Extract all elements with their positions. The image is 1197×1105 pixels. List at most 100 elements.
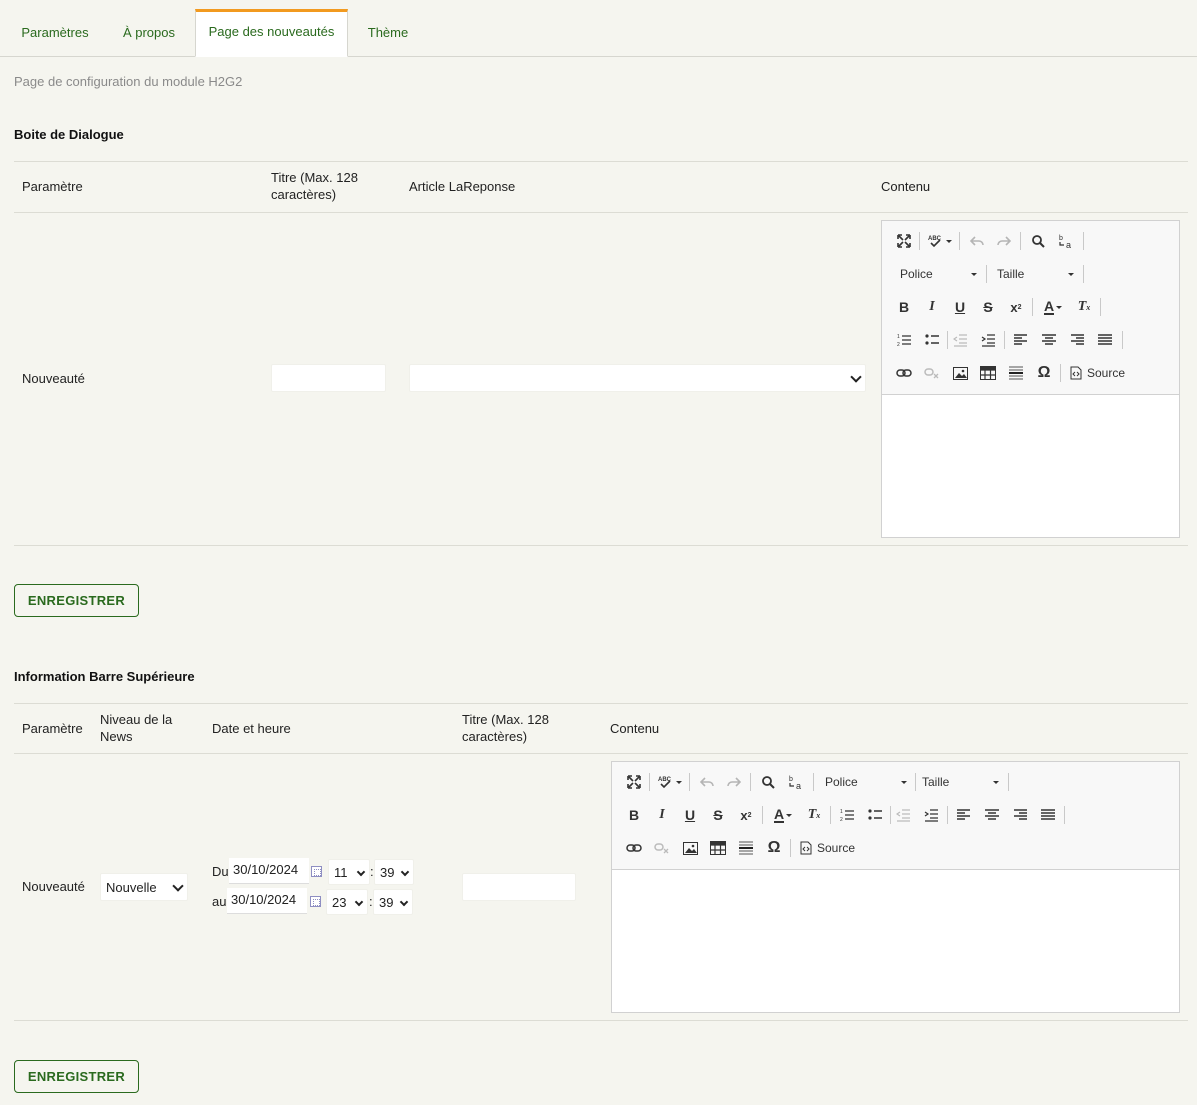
chevron-down-icon: [400, 867, 410, 877]
tab-parametres[interactable]: Paramètres: [8, 10, 102, 57]
tab-theme[interactable]: Thème: [354, 10, 422, 57]
svg-text:2: 2: [897, 342, 900, 347]
spellcheck-icon[interactable]: ABC: [926, 231, 954, 251]
maximize-icon[interactable]: [624, 772, 644, 792]
from-hour-select[interactable]: 11: [328, 859, 370, 885]
image-icon[interactable]: [950, 363, 970, 383]
niveau-select[interactable]: Nouvelle: [100, 873, 188, 901]
header-titre: Titre (Max. 128 caractères): [271, 170, 358, 202]
italic-icon[interactable]: I: [922, 297, 942, 317]
numbered-list-icon[interactable]: 12: [837, 805, 857, 825]
divider: [14, 753, 1188, 754]
align-center-icon[interactable]: [982, 805, 1002, 825]
header-contenu: Contenu: [610, 721, 660, 736]
horizontal-rule-icon[interactable]: [736, 838, 756, 858]
align-justify-icon[interactable]: [1038, 805, 1058, 825]
from-minute-select[interactable]: 39: [374, 859, 414, 885]
header-contenu: Contenu: [881, 179, 931, 194]
svg-text:2: 2: [840, 817, 843, 822]
size-combo[interactable]: Taille: [993, 264, 1078, 284]
save-button-dialog[interactable]: ENREGISTRER: [14, 584, 139, 617]
underline-icon[interactable]: U: [950, 297, 970, 317]
underline-icon[interactable]: U: [680, 805, 700, 825]
section-title-dialog: Boite de Dialogue: [14, 127, 124, 142]
redo-icon[interactable]: [724, 772, 744, 792]
special-char-icon[interactable]: Ω: [764, 838, 784, 858]
undo-icon[interactable]: [697, 772, 717, 792]
unlink-icon[interactable]: [922, 363, 942, 383]
svg-text:1: 1: [840, 809, 843, 815]
outdent-icon[interactable]: [893, 805, 913, 825]
indent-icon[interactable]: [978, 330, 998, 350]
strikethrough-icon[interactable]: S: [708, 805, 728, 825]
align-left-icon[interactable]: [954, 805, 974, 825]
svg-text:a: a: [1066, 240, 1071, 249]
bold-icon[interactable]: B: [624, 805, 644, 825]
save-button-topbar[interactable]: ENREGISTRER: [14, 1060, 139, 1093]
to-date-input[interactable]: 30/10/2024: [227, 888, 307, 914]
to-hour-select[interactable]: 23: [326, 889, 368, 915]
strikethrough-icon[interactable]: S: [978, 297, 998, 317]
bullet-list-icon[interactable]: [865, 805, 885, 825]
remove-format-icon[interactable]: Tx: [804, 805, 824, 825]
image-icon[interactable]: [680, 838, 700, 858]
align-right-icon[interactable]: [1067, 330, 1087, 350]
unlink-icon[interactable]: [652, 838, 672, 858]
search-icon[interactable]: [1028, 231, 1048, 251]
align-right-icon[interactable]: [1010, 805, 1030, 825]
calendar-icon[interactable]: [310, 896, 321, 907]
link-icon[interactable]: [894, 363, 914, 383]
divider: [14, 1020, 1188, 1021]
svg-text:b: b: [1059, 235, 1063, 242]
undo-icon[interactable]: [967, 231, 987, 251]
editor-content-area[interactable]: [882, 396, 1179, 537]
link-icon[interactable]: [624, 838, 644, 858]
source-icon: [800, 841, 812, 855]
source-button[interactable]: Source: [800, 838, 855, 858]
replace-icon[interactable]: ba: [786, 772, 806, 792]
tab-a-propos[interactable]: À propos: [108, 10, 190, 57]
remove-format-icon[interactable]: Tx: [1074, 297, 1094, 317]
source-button[interactable]: Source: [1070, 363, 1125, 383]
text-color-icon[interactable]: A: [770, 805, 796, 825]
superscript-icon[interactable]: x2: [1006, 297, 1026, 317]
maximize-icon[interactable]: [894, 231, 914, 251]
chevron-down-icon: [172, 880, 184, 892]
search-icon[interactable]: [758, 772, 778, 792]
divider: [14, 212, 1188, 213]
special-char-icon[interactable]: Ω: [1034, 363, 1054, 383]
redo-icon[interactable]: [994, 231, 1014, 251]
spellcheck-icon[interactable]: ABC: [656, 772, 684, 792]
tab-page-des-nouveautes[interactable]: Page des nouveautés: [195, 9, 348, 57]
table-icon[interactable]: [708, 838, 728, 858]
align-justify-icon[interactable]: [1095, 330, 1115, 350]
bold-icon[interactable]: B: [894, 297, 914, 317]
indent-icon[interactable]: [921, 805, 941, 825]
article-select[interactable]: [409, 364, 866, 392]
outdent-icon[interactable]: [950, 330, 970, 350]
text-color-icon[interactable]: A: [1040, 297, 1066, 317]
align-center-icon[interactable]: [1039, 330, 1059, 350]
numbered-list-icon[interactable]: 12: [894, 330, 914, 350]
content-editor: ABC ba Police Taille B I U S x2 A Tx 1 2…: [881, 220, 1180, 538]
chevron-down-icon: [356, 867, 366, 877]
horizontal-rule-icon[interactable]: [1006, 363, 1026, 383]
editor-toolbar: ABC ba Police Taille B I U S x2 A Tx 1 2…: [882, 221, 1179, 395]
size-combo[interactable]: Taille: [918, 772, 1003, 792]
to-minute-select[interactable]: 39: [373, 889, 413, 915]
font-combo[interactable]: Police: [821, 772, 911, 792]
editor-content-area[interactable]: [612, 871, 1179, 1012]
replace-icon[interactable]: ba: [1056, 231, 1076, 251]
table-icon[interactable]: [978, 363, 998, 383]
titre-input[interactable]: [462, 873, 576, 901]
bullet-list-icon[interactable]: [922, 330, 942, 350]
from-date-input[interactable]: 30/10/2024: [229, 858, 309, 884]
superscript-icon[interactable]: x2: [736, 805, 756, 825]
align-left-icon[interactable]: [1011, 330, 1031, 350]
calendar-icon[interactable]: [311, 866, 322, 877]
header-niveau: Niveau de la News: [100, 712, 173, 744]
titre-input[interactable]: [271, 364, 386, 392]
content-editor: ABC ba Police Taille B I U S x2 A Tx 12: [611, 761, 1180, 1013]
italic-icon[interactable]: I: [652, 805, 672, 825]
font-combo[interactable]: Police: [896, 264, 981, 284]
